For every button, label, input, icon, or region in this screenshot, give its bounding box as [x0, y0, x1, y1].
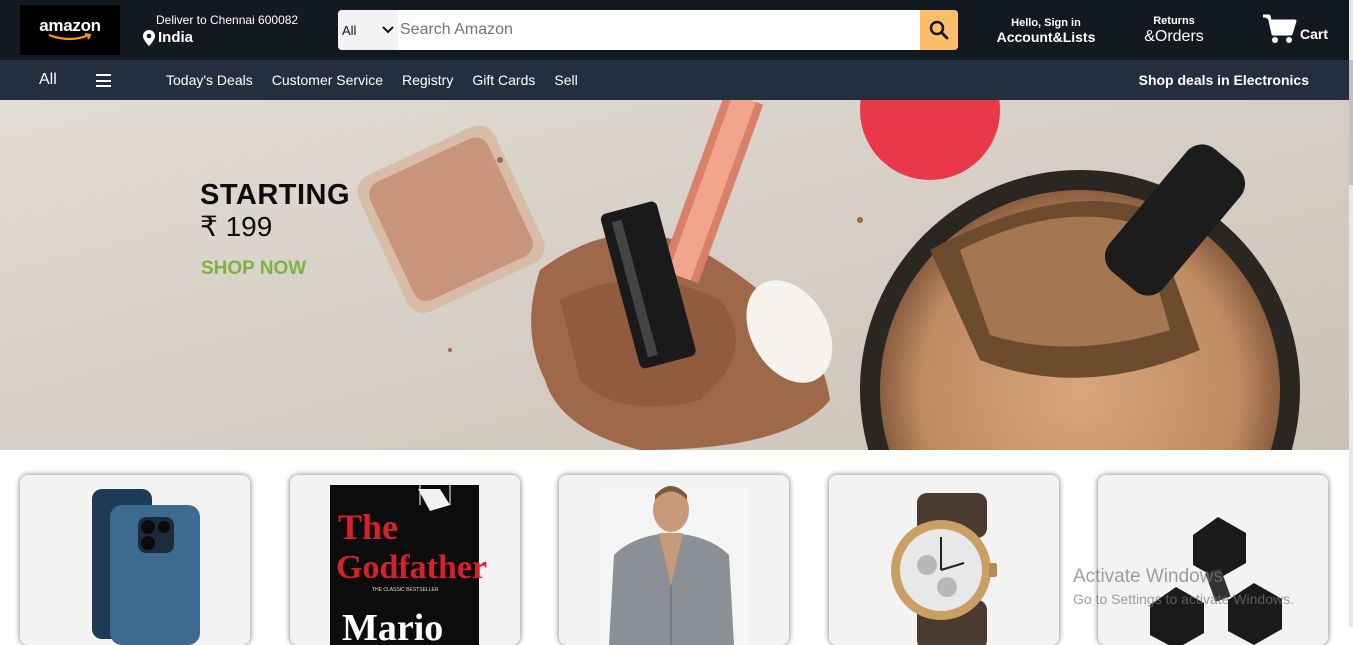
nav-link-registry[interactable]: Registry	[402, 72, 453, 88]
nav-links: Today's Deals Customer Service Registry …	[166, 72, 597, 88]
book-tagline: THE CLASSIC BESTSELLER	[372, 587, 439, 593]
hamburger-menu-icon[interactable]	[96, 74, 111, 87]
godfather-book-image: The Godfather THE CLASSIC BESTSELLER Mar…	[330, 485, 487, 645]
scrollbar-thumb[interactable]	[1349, 60, 1353, 185]
product-card-iphone[interactable]	[20, 475, 250, 645]
hero-banner[interactable]: STARTING ₹ 199 SHOP NOW	[0, 100, 1349, 450]
search-category-value: All	[342, 22, 357, 38]
search-input[interactable]	[398, 10, 920, 50]
iphone-image	[92, 489, 200, 645]
amazon-logo[interactable]: amazon	[20, 5, 120, 55]
search-icon	[929, 20, 949, 40]
search-bar: All	[338, 10, 958, 50]
dumbbells-image	[1150, 517, 1282, 645]
book-title-the: The	[338, 507, 398, 547]
returns-label: Returns	[1153, 15, 1195, 27]
deliver-to-text: Deliver to Chennai 600082	[156, 13, 299, 27]
watermark-line2: Go to Settings to activate Windows.	[1073, 591, 1294, 607]
country-label: India	[158, 29, 194, 46]
search-category-select[interactable]: All	[338, 10, 398, 50]
nav-link-gift-cards[interactable]: Gift Cards	[472, 72, 535, 88]
watch-image	[891, 493, 997, 645]
book-author: Mario	[342, 607, 443, 645]
account-label: Account&Lists	[996, 29, 1096, 45]
location-pin-icon	[143, 29, 155, 46]
search-button[interactable]	[920, 10, 958, 50]
smile-arrow-icon	[48, 33, 92, 41]
nav-promo-electronics[interactable]: Shop deals in Electronics	[1139, 72, 1309, 88]
nav-all-link[interactable]: All	[39, 71, 57, 89]
product-card-shirt[interactable]	[559, 475, 789, 645]
shirt-image	[599, 485, 748, 645]
returns-orders[interactable]: Returns &Orders	[1138, 15, 1210, 46]
banner-title: STARTING	[200, 179, 351, 211]
product-card-godfather-book[interactable]: The Godfather THE CLASSIC BESTSELLER Mar…	[290, 475, 520, 645]
orders-label: &Orders	[1144, 28, 1204, 45]
nav-bar: All Today's Deals Customer Service Regis…	[0, 60, 1353, 100]
book-title-godfather: Godfather	[336, 549, 487, 586]
watermark-line1: Activate Windows	[1073, 566, 1223, 587]
nav-link-todays-deals[interactable]: Today's Deals	[166, 72, 253, 88]
activate-windows-watermark: Activate Windows Go to Settings to activ…	[1073, 566, 1294, 607]
nav-link-customer-service[interactable]: Customer Service	[272, 72, 383, 88]
deliver-location[interactable]: Deliver to Chennai 600082 India	[143, 13, 298, 46]
product-card-watch[interactable]	[829, 475, 1059, 645]
chevron-down-icon	[382, 26, 394, 34]
page-scrollbar[interactable]	[1349, 0, 1353, 627]
banner-price: ₹ 199	[200, 211, 273, 242]
nav-link-sell[interactable]: Sell	[554, 72, 577, 88]
account-lists[interactable]: Hello, Sign in Account&Lists	[996, 17, 1096, 45]
product-card-dumbbells[interactable]	[1098, 475, 1328, 645]
cart-label: Cart	[1300, 26, 1329, 42]
cart-icon	[1263, 14, 1297, 43]
top-header: amazon Deliver to Chennai 600082 India A…	[0, 0, 1353, 60]
account-greeting: Hello, Sign in	[1011, 17, 1081, 29]
banner-shop-now-link[interactable]: SHOP NOW	[201, 258, 306, 280]
cart-button[interactable]: Cart	[1262, 13, 1328, 45]
